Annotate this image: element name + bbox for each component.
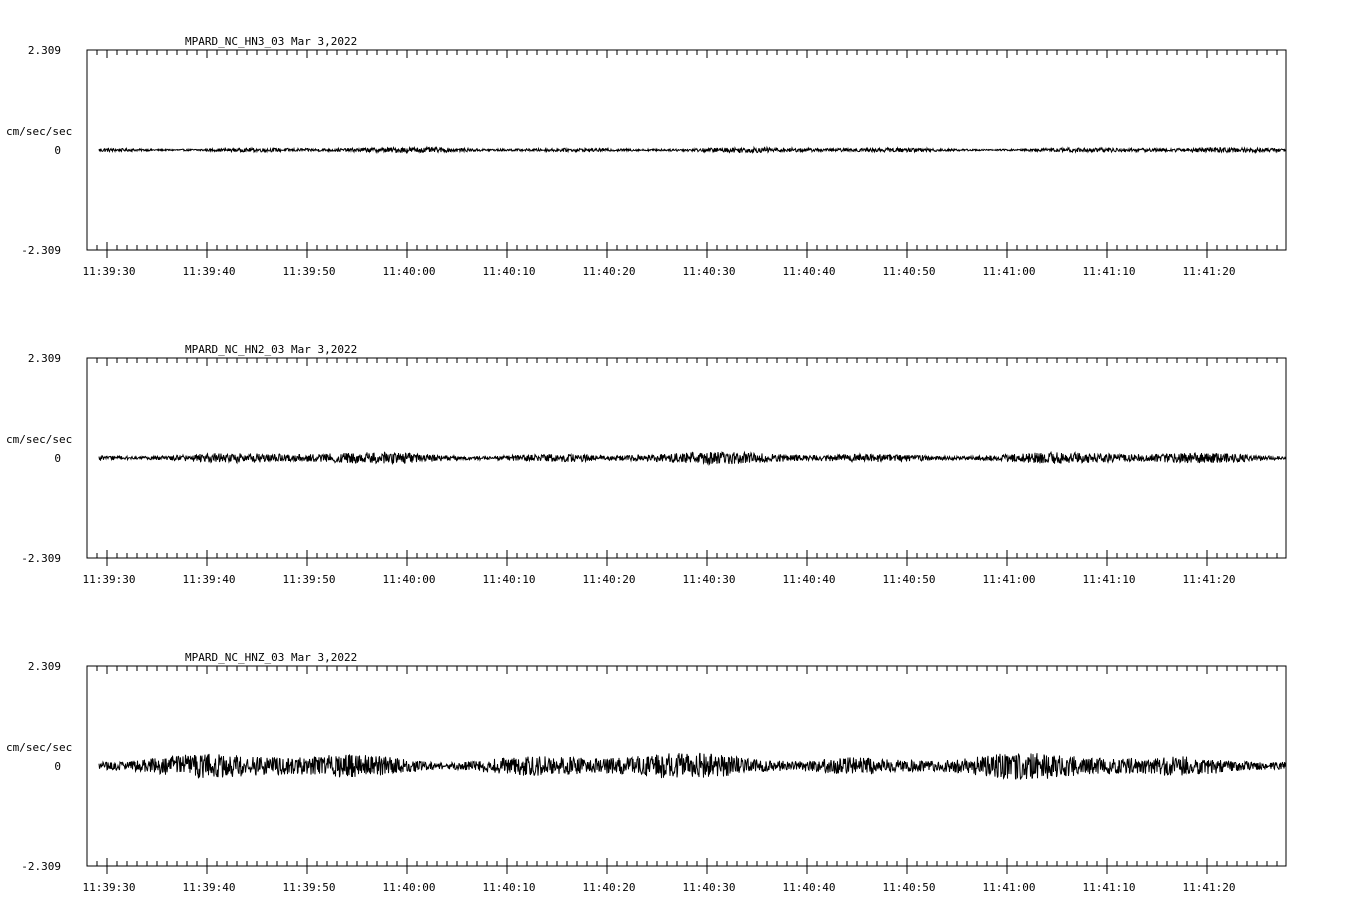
x-tick-label: 11:40:30 <box>683 881 736 894</box>
y-axis-label: cm/sec/sec <box>6 125 72 138</box>
x-tick-label: 11:41:00 <box>983 881 1036 894</box>
x-tick-label: 11:39:40 <box>183 881 236 894</box>
x-tick-label: 11:39:50 <box>283 881 336 894</box>
x-tick-label: 11:40:10 <box>483 265 536 278</box>
x-tick-label: 11:39:30 <box>83 573 136 586</box>
y-tick-label: -2.309 <box>21 860 61 873</box>
y-tick-label: -2.309 <box>21 552 61 565</box>
x-tick-label: 11:40:20 <box>583 265 636 278</box>
y-tick-label: 0 <box>54 144 61 157</box>
y-tick-label: 2.309 <box>28 44 61 57</box>
x-tick-label: 11:41:20 <box>1183 881 1236 894</box>
series-trace <box>98 145 1287 155</box>
x-tick-label: 11:40:00 <box>383 573 436 586</box>
x-tick-label: 11:41:00 <box>983 573 1036 586</box>
chart-panel-1: MPARD_NC_HN3_03 Mar 3,2022 2.309 0 -2.309 cm… <box>6 35 1287 278</box>
x-tick-label: 11:40:20 <box>583 881 636 894</box>
x-tick-label: 11:40:40 <box>783 265 836 278</box>
chart-title: MPARD_NC_HN2_03 Mar 3,2022 <box>185 343 357 356</box>
y-tick-label: 0 <box>54 452 61 465</box>
y-axis-label: cm/sec/sec <box>6 741 72 754</box>
x-tick-label: 11:40:00 <box>383 265 436 278</box>
x-tick-label: 11:40:40 <box>783 881 836 894</box>
x-tick-label: 11:41:00 <box>983 265 1036 278</box>
chart-panel-2: MPARD_NC_HN2_03 Mar 3,2022 2.309 0 -2.309 cm… <box>6 343 1287 586</box>
x-tick-label: 11:40:20 <box>583 573 636 586</box>
x-tick-label: 11:39:50 <box>283 573 336 586</box>
x-tick-label: 11:39:30 <box>83 881 136 894</box>
seismogram-figure: MPARD_NC_HN3_03 Mar 3,2022 2.309 0 -2.309 cm… <box>6 35 1287 894</box>
x-tick-label: 11:39:40 <box>183 265 236 278</box>
y-tick-label: 2.309 <box>28 660 61 673</box>
chart-panel-3: MPARD_NC_HNZ_03 Mar 3,2022 2.309 0 -2.309 cm… <box>6 651 1287 894</box>
x-tick-label: 11:41:20 <box>1183 573 1236 586</box>
x-tick-label: 11:40:50 <box>883 881 936 894</box>
chart-title: MPARD_NC_HNZ_03 Mar 3,2022 <box>185 651 357 664</box>
x-tick-label: 11:39:40 <box>183 573 236 586</box>
y-tick-label: -2.309 <box>21 244 61 257</box>
series-trace <box>98 450 1287 466</box>
y-tick-label: 2.309 <box>28 352 61 365</box>
x-tick-label: 11:40:10 <box>483 573 536 586</box>
chart-title: MPARD_NC_HN3_03 Mar 3,2022 <box>185 35 357 48</box>
x-tick-label: 11:41:10 <box>1083 881 1136 894</box>
x-tick-label: 11:39:30 <box>83 265 136 278</box>
x-tick-label: 11:40:50 <box>883 573 936 586</box>
x-tick-label: 11:41:10 <box>1083 573 1136 586</box>
x-tick-label: 11:40:30 <box>683 265 736 278</box>
x-tick-label: 11:41:20 <box>1183 265 1236 278</box>
x-tick-label: 11:40:00 <box>383 881 436 894</box>
x-tick-label: 11:40:10 <box>483 881 536 894</box>
series-trace <box>98 752 1287 780</box>
x-tick-label: 11:40:30 <box>683 573 736 586</box>
y-axis-label: cm/sec/sec <box>6 433 72 446</box>
x-tick-label: 11:40:40 <box>783 573 836 586</box>
y-tick-label: 0 <box>54 760 61 773</box>
x-tick-label: 11:39:50 <box>283 265 336 278</box>
x-tick-label: 11:41:10 <box>1083 265 1136 278</box>
x-tick-label: 11:40:50 <box>883 265 936 278</box>
